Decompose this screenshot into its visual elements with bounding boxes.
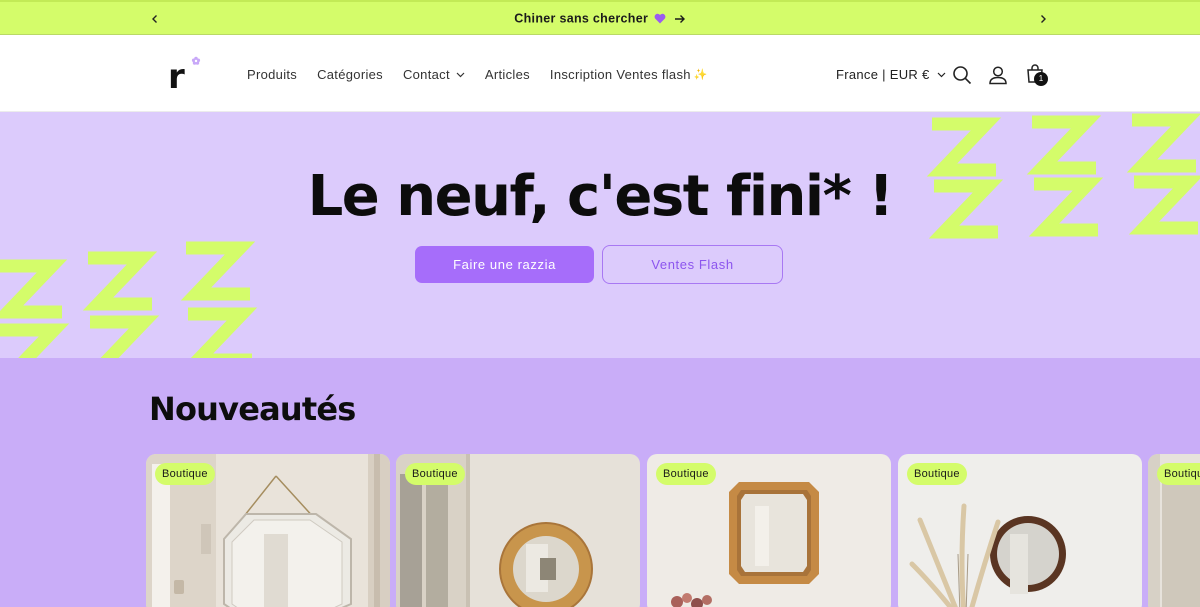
nav-item-produits[interactable]: Produits	[247, 67, 297, 82]
product-card[interactable]: Boutique	[146, 454, 390, 607]
announcement-next-button[interactable]	[1032, 8, 1054, 30]
boutique-badge: Boutique	[155, 463, 215, 485]
zigzag-pattern-left	[0, 241, 258, 358]
logo-letter: r	[168, 57, 185, 96]
boutique-badge: Boutique	[405, 463, 465, 485]
product-card[interactable]: Boutique	[898, 454, 1142, 607]
chevron-down-icon	[456, 72, 465, 77]
announcement-text: Chiner sans chercher	[514, 11, 649, 26]
hero-banner: Le neuf, c'est fini* ! Faire une razzia …	[0, 112, 1200, 358]
site-header: r Produits Catégories Contact Articles I…	[0, 35, 1200, 112]
boutique-badge: Boutique	[907, 463, 967, 485]
sparkle-icon: ✨	[693, 69, 708, 81]
nav-item-articles[interactable]: Articles	[485, 67, 530, 82]
razzia-button[interactable]: Faire une razzia	[415, 246, 594, 283]
logo[interactable]: r	[166, 56, 206, 96]
hero-title: Le neuf, c'est fini* !	[307, 164, 894, 229]
purple-heart-icon	[654, 14, 666, 24]
product-card[interactable]: Boutique	[647, 454, 891, 607]
nav-item-ventes-flash[interactable]: Inscription Ventes flash ✨	[550, 67, 708, 82]
chevron-down-icon	[937, 72, 945, 77]
logo-flower-icon	[191, 56, 201, 65]
section-title: Nouveautés	[149, 390, 356, 428]
locale-label: France | EUR €	[836, 67, 930, 82]
chevron-right-icon	[1041, 15, 1046, 23]
nav-item-categories[interactable]: Catégories	[317, 67, 383, 82]
boutique-badge: Boutique	[656, 463, 716, 485]
product-card[interactable]: Boutique	[1148, 454, 1200, 607]
product-card[interactable]: Boutique	[396, 454, 640, 607]
nav-item-contact[interactable]: Contact	[403, 67, 465, 82]
announcement-message[interactable]: Chiner sans chercher	[0, 11, 1200, 26]
ventes-flash-button[interactable]: Ventes Flash	[602, 245, 783, 284]
cart-count-badge: 1	[1034, 72, 1048, 86]
search-icon[interactable]	[951, 64, 973, 86]
announcement-bar: Chiner sans chercher	[0, 0, 1200, 35]
arrow-right-icon	[674, 14, 685, 23]
new-arrivals-section: Nouveautés Boutique Boutique Boutique Bo…	[0, 358, 1200, 607]
main-nav: Produits Catégories Contact Articles Ins…	[247, 67, 728, 82]
boutique-badge: Boutique	[1157, 463, 1200, 485]
locale-selector[interactable]: France | EUR €	[836, 67, 946, 82]
account-icon[interactable]	[987, 64, 1009, 86]
